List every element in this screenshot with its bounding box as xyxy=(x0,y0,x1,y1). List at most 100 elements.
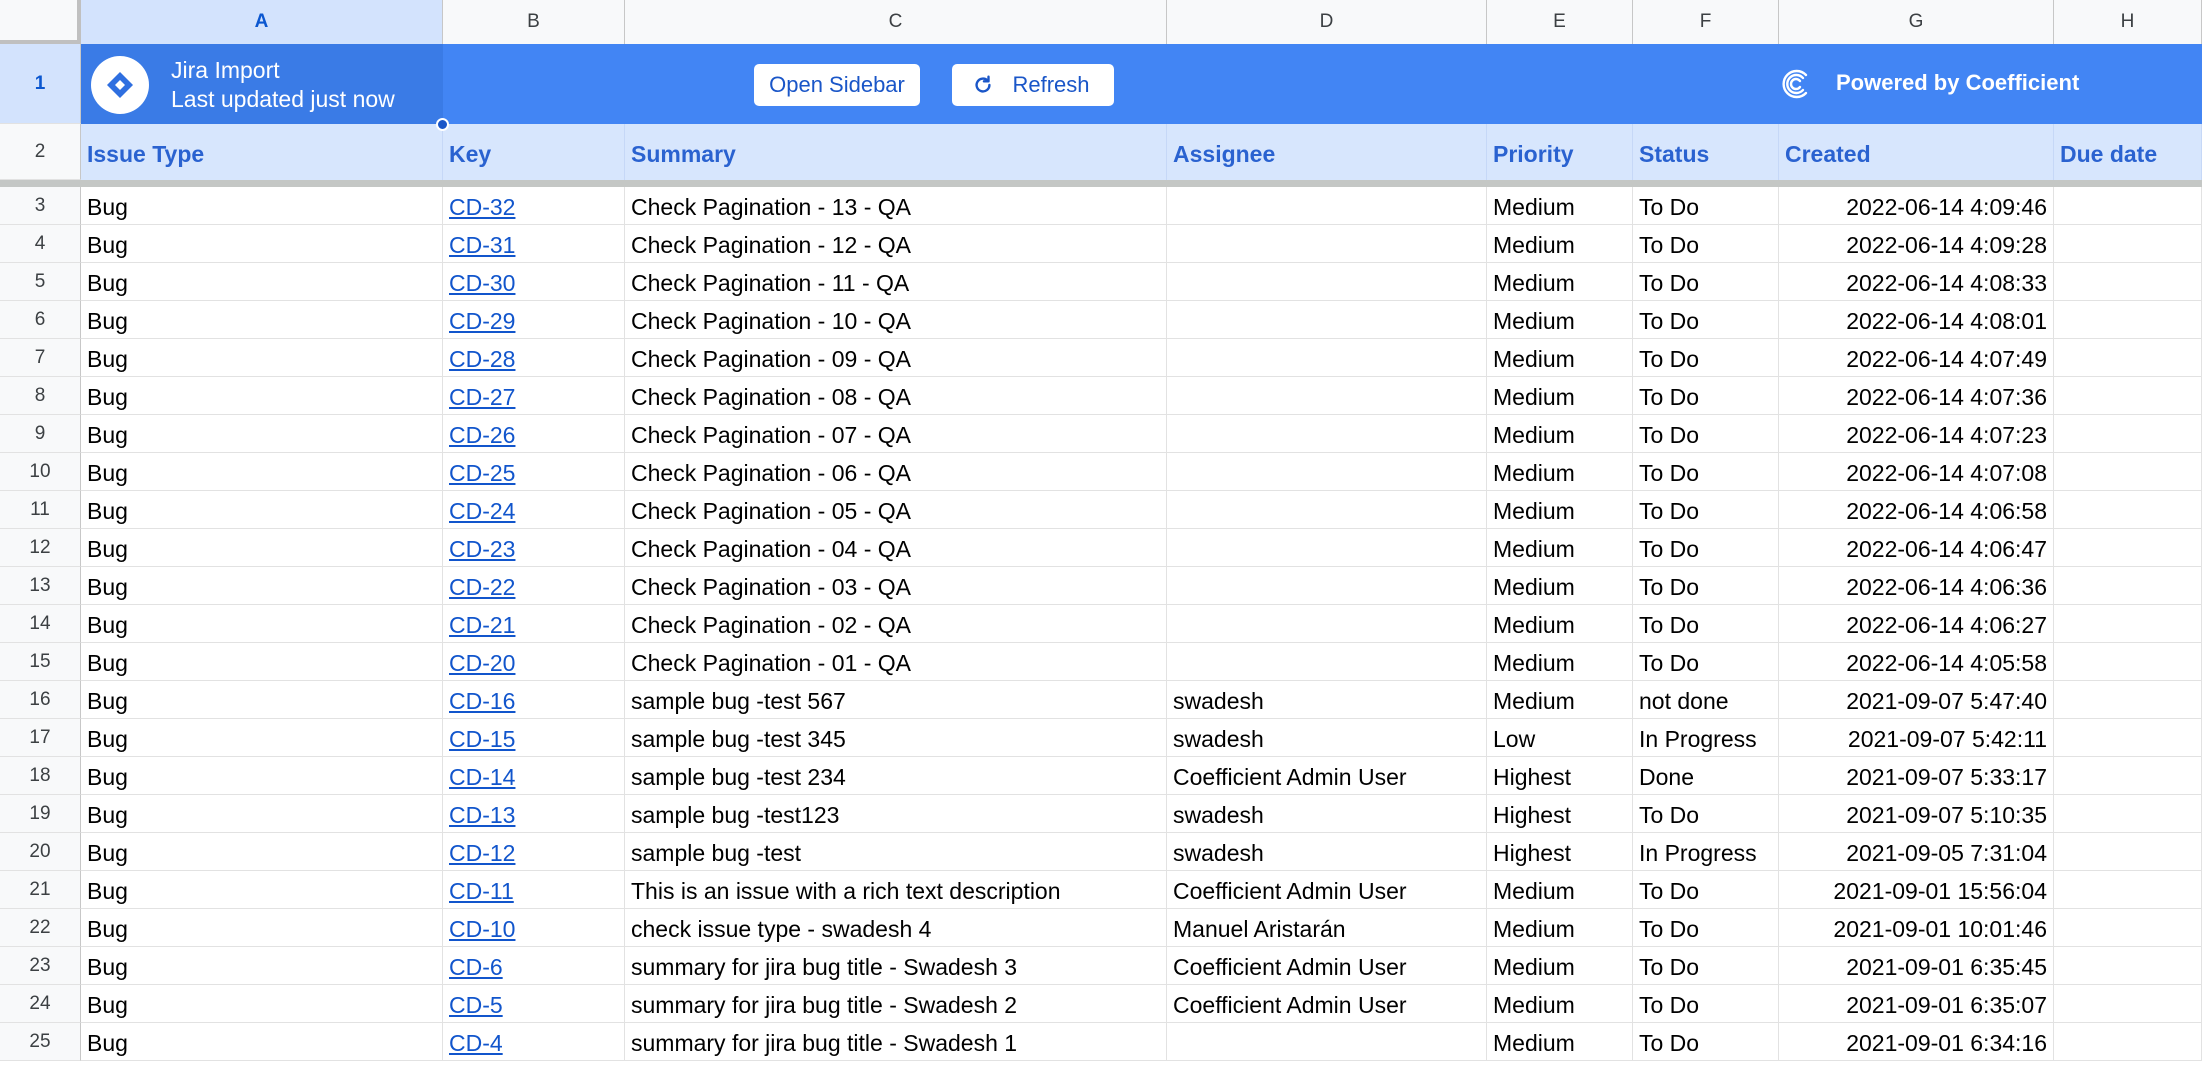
cell-priority[interactable]: Medium xyxy=(1487,985,1633,1023)
issue-key-link[interactable]: CD-31 xyxy=(449,232,515,258)
cell-created[interactable]: 2022-06-14 4:05:58 xyxy=(1779,643,2054,681)
row-header-12[interactable]: 12 xyxy=(0,529,81,567)
column-header-a[interactable]: A xyxy=(81,0,443,44)
cell-priority[interactable]: Medium xyxy=(1487,681,1633,719)
issue-key-link[interactable]: CD-12 xyxy=(449,840,515,866)
cell-assignee[interactable] xyxy=(1167,491,1487,529)
issue-key-link[interactable]: CD-14 xyxy=(449,764,515,790)
row-header-19[interactable]: 19 xyxy=(0,795,81,833)
cell-key[interactable]: CD-30 xyxy=(443,263,625,301)
refresh-button[interactable]: Refresh xyxy=(952,64,1114,106)
cell-status[interactable]: In Progress xyxy=(1633,719,1779,757)
cell-key[interactable]: CD-12 xyxy=(443,833,625,871)
cell-status[interactable]: not done xyxy=(1633,681,1779,719)
cell-key[interactable]: CD-26 xyxy=(443,415,625,453)
cell-summary[interactable]: sample bug -test xyxy=(625,833,1167,871)
cell-summary[interactable]: sample bug -test 567 xyxy=(625,681,1167,719)
cell-status[interactable]: To Do xyxy=(1633,909,1779,947)
cell-due-date[interactable] xyxy=(2054,301,2202,339)
column-header-e[interactable]: E xyxy=(1487,0,1633,44)
row-header-9[interactable]: 9 xyxy=(0,415,81,453)
row-header-22[interactable]: 22 xyxy=(0,909,81,947)
cell-status[interactable]: To Do xyxy=(1633,339,1779,377)
row-header-15[interactable]: 15 xyxy=(0,643,81,681)
cell-created[interactable]: 2022-06-14 4:06:47 xyxy=(1779,529,2054,567)
cell-created[interactable]: 2021-09-07 5:10:35 xyxy=(1779,795,2054,833)
cell-assignee[interactable]: swadesh xyxy=(1167,833,1487,871)
cell-summary[interactable]: Check Pagination - 08 - QA xyxy=(625,377,1167,415)
cell-summary[interactable]: Check Pagination - 01 - QA xyxy=(625,643,1167,681)
cell-status[interactable]: To Do xyxy=(1633,643,1779,681)
cell-summary[interactable]: Check Pagination - 11 - QA xyxy=(625,263,1167,301)
cell-created[interactable]: 2022-06-14 4:08:33 xyxy=(1779,263,2054,301)
cell-issue-type[interactable]: Bug xyxy=(81,643,443,681)
cell-priority[interactable]: Medium xyxy=(1487,377,1633,415)
cell-assignee[interactable]: Coefficient Admin User xyxy=(1167,985,1487,1023)
row-header-20[interactable]: 20 xyxy=(0,833,81,871)
column-header-b[interactable]: B xyxy=(443,0,625,44)
cell-assignee[interactable] xyxy=(1167,301,1487,339)
cell-issue-type[interactable]: Bug xyxy=(81,757,443,795)
cell-summary[interactable]: Check Pagination - 07 - QA xyxy=(625,415,1167,453)
cell-due-date[interactable] xyxy=(2054,643,2202,681)
row-header-17[interactable]: 17 xyxy=(0,719,81,757)
cell-issue-type[interactable]: Bug xyxy=(81,263,443,301)
cell-assignee[interactable] xyxy=(1167,643,1487,681)
row-header-11[interactable]: 11 xyxy=(0,491,81,529)
cell-issue-type[interactable]: Bug xyxy=(81,605,443,643)
cell-assignee[interactable]: Coefficient Admin User xyxy=(1167,871,1487,909)
issue-key-link[interactable]: CD-16 xyxy=(449,688,515,714)
cell-summary[interactable]: check issue type - swadesh 4 xyxy=(625,909,1167,947)
row-header-24[interactable]: 24 xyxy=(0,985,81,1023)
cell-due-date[interactable] xyxy=(2054,377,2202,415)
row-header-25[interactable]: 25 xyxy=(0,1023,81,1061)
cell-assignee[interactable] xyxy=(1167,415,1487,453)
issue-key-link[interactable]: CD-4 xyxy=(449,1030,503,1056)
cell-key[interactable]: CD-13 xyxy=(443,795,625,833)
cell-created[interactable]: 2021-09-01 15:56:04 xyxy=(1779,871,2054,909)
cell-status[interactable]: To Do xyxy=(1633,605,1779,643)
cell-status[interactable]: To Do xyxy=(1633,947,1779,985)
issue-key-link[interactable]: CD-15 xyxy=(449,726,515,752)
cell-issue-type[interactable]: Bug xyxy=(81,681,443,719)
cell-issue-type[interactable]: Bug xyxy=(81,909,443,947)
issue-key-link[interactable]: CD-10 xyxy=(449,916,515,942)
cell-status[interactable]: To Do xyxy=(1633,415,1779,453)
cell-priority[interactable]: Medium xyxy=(1487,643,1633,681)
cell-due-date[interactable] xyxy=(2054,567,2202,605)
cell-summary[interactable]: sample bug -test 345 xyxy=(625,719,1167,757)
cell-summary[interactable]: sample bug -test 234 xyxy=(625,757,1167,795)
issue-key-link[interactable]: CD-26 xyxy=(449,422,515,448)
cell-summary[interactable]: summary for jira bug title - Swadesh 2 xyxy=(625,985,1167,1023)
row-header-4[interactable]: 4 xyxy=(0,225,81,263)
header-cell-priority[interactable]: Priority xyxy=(1487,124,1633,180)
cell-key[interactable]: CD-5 xyxy=(443,985,625,1023)
cell-due-date[interactable] xyxy=(2054,681,2202,719)
cell-status[interactable]: To Do xyxy=(1633,529,1779,567)
cell-status[interactable]: To Do xyxy=(1633,301,1779,339)
cell-summary[interactable]: summary for jira bug title - Swadesh 1 xyxy=(625,1023,1167,1061)
cell-priority[interactable]: Medium xyxy=(1487,339,1633,377)
cell-summary[interactable]: Check Pagination - 09 - QA xyxy=(625,339,1167,377)
row-header-21[interactable]: 21 xyxy=(0,871,81,909)
cell-key[interactable]: CD-15 xyxy=(443,719,625,757)
cell-summary[interactable]: sample bug -test123 xyxy=(625,795,1167,833)
cell-priority[interactable]: Highest xyxy=(1487,757,1633,795)
cell-key[interactable]: CD-10 xyxy=(443,909,625,947)
cell-issue-type[interactable]: Bug xyxy=(81,415,443,453)
cell-key[interactable]: CD-25 xyxy=(443,453,625,491)
cell-due-date[interactable] xyxy=(2054,947,2202,985)
issue-key-link[interactable]: CD-23 xyxy=(449,536,515,562)
cell-summary[interactable]: Check Pagination - 05 - QA xyxy=(625,491,1167,529)
cell-key[interactable]: CD-4 xyxy=(443,1023,625,1061)
issue-key-link[interactable]: CD-30 xyxy=(449,270,515,296)
issue-key-link[interactable]: CD-5 xyxy=(449,992,503,1018)
cell-created[interactable]: 2022-06-14 4:09:46 xyxy=(1779,187,2054,225)
cell-due-date[interactable] xyxy=(2054,985,2202,1023)
cell-created[interactable]: 2021-09-07 5:33:17 xyxy=(1779,757,2054,795)
cell-assignee[interactable] xyxy=(1167,263,1487,301)
cell-priority[interactable]: Medium xyxy=(1487,605,1633,643)
cell-key[interactable]: CD-22 xyxy=(443,567,625,605)
cell-issue-type[interactable]: Bug xyxy=(81,795,443,833)
cell-issue-type[interactable]: Bug xyxy=(81,187,443,225)
